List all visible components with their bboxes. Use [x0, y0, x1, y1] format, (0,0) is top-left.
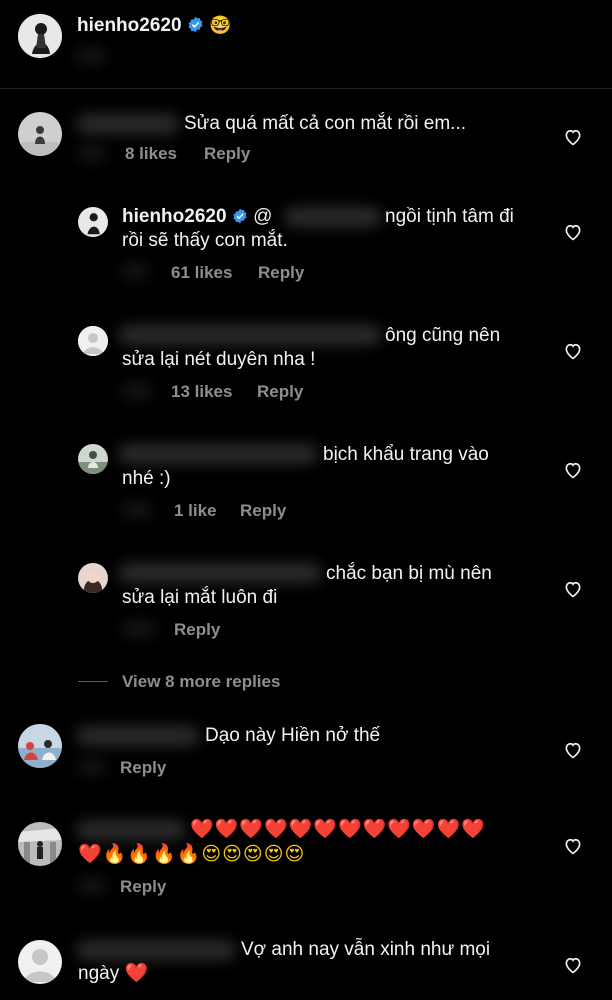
- heart-outline-icon[interactable]: [563, 460, 583, 480]
- commenter-avatar[interactable]: [18, 724, 62, 768]
- heart-outline-icon[interactable]: [563, 222, 583, 242]
- time-redacted: [122, 621, 156, 637]
- reply-button[interactable]: Reply: [240, 501, 286, 521]
- reply-likes[interactable]: 13 likes: [171, 382, 232, 402]
- verified-badge-icon: [233, 208, 247, 224]
- heart-eyes-emojis: 😍😍😍😍😍: [201, 844, 306, 865]
- comment-hearts-line1: ❤️❤️❤️❤️❤️❤️❤️❤️❤️❤️❤️❤️: [190, 819, 486, 840]
- commenter-avatar[interactable]: [78, 326, 108, 356]
- comment-text: Dạo này Hiền nở thế: [205, 725, 381, 746]
- reply-text-line2: sửa lại nét duyên nha !: [122, 349, 316, 370]
- reply-text-line1: ngồi tịnh tâm đi: [385, 206, 514, 227]
- commenter-name-redacted: [118, 325, 382, 345]
- author-reply-avatar[interactable]: [78, 207, 108, 237]
- mention[interactable]: @: [253, 206, 272, 227]
- time-redacted: [78, 878, 106, 894]
- time-redacted: [78, 145, 106, 161]
- commenter-avatar[interactable]: [18, 822, 62, 866]
- view-more-line: [78, 681, 108, 682]
- heart-outline-icon[interactable]: [563, 740, 583, 760]
- caption-redacted: [76, 48, 106, 64]
- commenter-name-redacted: [76, 114, 180, 134]
- reply-likes[interactable]: 61 likes: [171, 263, 232, 283]
- reply-likes[interactable]: 1 like: [174, 501, 217, 521]
- header-divider: [0, 88, 612, 89]
- commenter-avatar[interactable]: [18, 112, 62, 156]
- heart-outline-icon[interactable]: [563, 127, 583, 147]
- reply-text-line2: sửa lại mắt luôn đi: [122, 587, 278, 608]
- heart-outline-icon[interactable]: [563, 836, 583, 856]
- heart-outline-icon[interactable]: [563, 955, 583, 975]
- comment-likes[interactable]: 8 likes: [125, 144, 177, 164]
- author-avatar[interactable]: [18, 14, 62, 58]
- reply-text-line2: nhé :): [122, 468, 171, 489]
- comment-text: Sửa quá mất cả con mắt rồi em...: [184, 113, 467, 134]
- reply-text-line2: rồi sẽ thấy con mắt.: [122, 230, 288, 251]
- heart-outline-icon[interactable]: [563, 341, 583, 361]
- commenter-avatar[interactable]: [18, 940, 62, 984]
- reply-button[interactable]: Reply: [120, 877, 166, 897]
- time-redacted: [122, 263, 148, 279]
- commenter-avatar[interactable]: [78, 563, 108, 593]
- author-username[interactable]: hienho2620 🤓: [77, 13, 232, 38]
- reply-username[interactable]: hienho2620: [122, 206, 227, 227]
- time-redacted: [122, 383, 152, 399]
- commenter-name-redacted: [118, 444, 318, 464]
- reply-text-line1: bịch khẩu trang vào: [323, 444, 489, 465]
- reply-button[interactable]: Reply: [204, 144, 250, 164]
- time-redacted: [78, 759, 106, 775]
- reply-line1: hienho2620 @: [122, 205, 272, 229]
- reply-text-line1: ông cũng nên: [385, 325, 501, 346]
- commenter-name-redacted: [76, 726, 200, 746]
- reply-button[interactable]: Reply: [258, 263, 304, 283]
- reply-text-line1: chắc bạn bị mù nên: [326, 563, 492, 584]
- commenter-name-redacted: [76, 820, 186, 840]
- heart-emoji: ❤️: [124, 963, 149, 984]
- commenter-name-redacted: [118, 563, 322, 583]
- author-username-text[interactable]: hienho2620: [77, 15, 182, 36]
- time-redacted: [122, 502, 152, 518]
- comment-text-line2: ngày ❤️: [78, 962, 148, 986]
- mention-redacted: [284, 207, 382, 227]
- comment-text-line1: Vợ anh nay vẫn xinh như mọi: [241, 939, 491, 960]
- heart-emoji: ❤️: [78, 844, 103, 865]
- reply-button[interactable]: Reply: [257, 382, 303, 402]
- verified-badge-icon: [188, 16, 203, 33]
- comment-text-line2-text: ngày: [78, 963, 120, 984]
- header-emoji: 🤓: [209, 15, 232, 35]
- comment-emoji-line2: ❤️🔥🔥🔥🔥😍😍😍😍😍: [78, 843, 305, 867]
- fire-emojis: 🔥🔥🔥🔥: [102, 844, 202, 865]
- reply-button[interactable]: Reply: [174, 620, 220, 640]
- view-more-replies-button[interactable]: View 8 more replies: [122, 672, 280, 692]
- commenter-avatar[interactable]: [78, 444, 108, 474]
- reply-button[interactable]: Reply: [120, 758, 166, 778]
- commenter-name-redacted: [76, 940, 236, 960]
- heart-outline-icon[interactable]: [563, 579, 583, 599]
